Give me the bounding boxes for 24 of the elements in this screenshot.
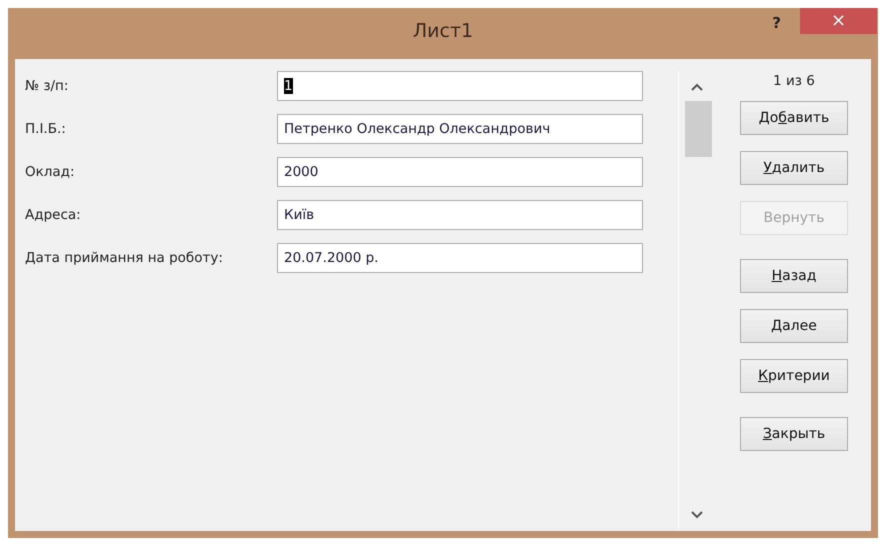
field-label: П.І.Б.: — [25, 121, 67, 137]
input-field[interactable]: Петренко Олександр Олександрович — [277, 114, 643, 144]
field-label: Оклад: — [25, 164, 76, 180]
form-button[interactable]: Закрыть — [740, 417, 848, 451]
field-label: № з/п: — [25, 78, 70, 94]
field-label: Адреса: — [25, 207, 82, 223]
input-field[interactable]: 20.07.2000 р. — [277, 243, 643, 273]
input-field[interactable]: 1 — [277, 71, 643, 101]
input-field[interactable]: Київ — [277, 200, 643, 230]
input-field[interactable]: 2000 — [277, 157, 643, 187]
form-button[interactable]: Далее — [740, 309, 848, 343]
scroll-thumb[interactable] — [685, 101, 712, 157]
scrollbar[interactable] — [678, 71, 714, 529]
form-button[interactable]: Назад — [740, 259, 848, 293]
form-button[interactable]: Критерии — [740, 359, 848, 393]
form-button[interactable]: Добавить — [740, 101, 848, 135]
window-title: Лист1 — [412, 20, 474, 42]
close-button[interactable]: × — [800, 8, 877, 34]
form-button[interactable]: Удалить — [740, 151, 848, 185]
scroll-down-icon[interactable] — [690, 511, 702, 519]
record-counter: 1 из 6 — [772, 73, 816, 89]
scroll-up-icon[interactable] — [690, 83, 702, 91]
help-button[interactable]: ? — [766, 10, 787, 36]
field-label: Дата приймання на роботу: — [25, 250, 224, 266]
